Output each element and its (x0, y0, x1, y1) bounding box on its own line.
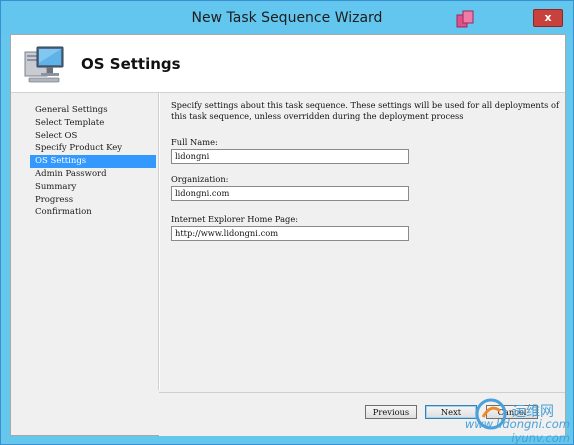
full-name-field[interactable]: lidongni (171, 149, 409, 164)
nav-item-progress[interactable]: Progress (30, 194, 156, 207)
window-title: New Task Sequence Wizard (191, 10, 383, 26)
nav-item-os-settings[interactable]: OS Settings (30, 155, 156, 168)
settings-panel: Specify settings about this task sequenc… (159, 93, 566, 390)
title-bar[interactable]: New Task Sequence Wizard x (1, 1, 573, 35)
nav-item-general-settings[interactable]: General Settings (30, 104, 156, 117)
wizard-window: New Task Sequence Wizard x OS Settings G… (0, 0, 574, 445)
app-icon (456, 10, 474, 28)
close-button[interactable]: x (533, 9, 563, 27)
wizard-header: OS Settings (11, 35, 565, 93)
home-page-label: Internet Explorer Home Page: (171, 214, 299, 224)
organization-field[interactable]: lidongni.com (171, 186, 409, 201)
nav-item-summary[interactable]: Summary (30, 181, 156, 194)
nav-item-specify-product-key[interactable]: Specify Product Key (30, 142, 156, 155)
full-name-label: Full Name: (171, 137, 218, 147)
nav-item-admin-password[interactable]: Admin Password (30, 168, 156, 181)
home-page-field[interactable]: http://www.lidongni.com (171, 226, 409, 241)
settings-description: Specify settings about this task sequenc… (171, 100, 560, 121)
watermark-url: www.lidongni.com iyunv.com (464, 417, 570, 445)
nav-item-confirmation[interactable]: Confirmation (30, 206, 156, 219)
computer-icon (24, 46, 64, 83)
wizard-step-list: General Settings Select Template Select … (30, 104, 156, 219)
page-title: OS Settings (81, 55, 181, 73)
wizard-client-area: OS Settings General Settings Select Temp… (10, 34, 566, 436)
organization-label: Organization: (171, 174, 229, 184)
nav-item-select-os[interactable]: Select OS (30, 130, 156, 143)
watermark: 运维网 www.lidongni.com iyunv.com (430, 392, 574, 445)
previous-button[interactable]: Previous (365, 405, 417, 419)
nav-item-select-template[interactable]: Select Template (30, 117, 156, 130)
